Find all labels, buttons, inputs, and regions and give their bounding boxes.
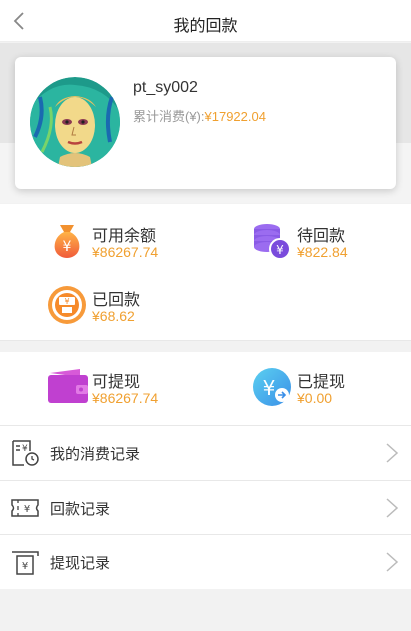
svg-text:¥: ¥ [22, 444, 28, 454]
withdraw-section: 可提现 ¥86267.74 ¥ 已提现 ¥0.00 ¥ 我的消费记录 ¥ 回款记… [0, 352, 411, 589]
consumption-record-icon: ¥ [12, 440, 39, 466]
svg-text:¥: ¥ [64, 297, 69, 306]
svg-text:¥: ¥ [63, 239, 72, 255]
menu-item-label: 我的消费记录 [50, 446, 141, 463]
svg-text:¥: ¥ [22, 561, 28, 572]
money-bag-icon: ¥ [54, 225, 80, 258]
stat-value: ¥822.84 [297, 244, 348, 260]
atm-withdraw-icon: ¥ [12, 551, 39, 575]
stat-value: ¥86267.74 [92, 390, 159, 406]
chevron-right-icon [386, 552, 399, 572]
svg-text:¥: ¥ [24, 504, 30, 515]
returned-money-icon: ¥ [48, 286, 86, 324]
withdrawn-icon: ¥ [253, 368, 291, 406]
balance-section: ¥ 可用余额 ¥86267.74 ¥ 待回款 ¥822.84 ¥ 已回款 ¥68… [0, 204, 411, 341]
stat-withdrawable[interactable]: 可提现 ¥86267.74 [47, 367, 177, 411]
svg-text:¥: ¥ [263, 376, 276, 400]
menu-item-label: 回款记录 [50, 501, 111, 518]
total-spend-amount: ¥17922.04 [204, 109, 266, 124]
page-title: 我的回款 [173, 18, 238, 35]
profile-card: pt_sy002 累计消费(¥):¥17922.04 [15, 57, 396, 189]
menu-item-payback-records[interactable]: ¥ 回款记录 [0, 480, 411, 534]
stat-label: 已回款 [92, 292, 141, 309]
username: pt_sy002 [133, 79, 198, 96]
stat-label: 已提现 [297, 374, 346, 391]
top-nav-bar: 我的回款 [0, 0, 411, 42]
stat-label: 可提现 [92, 374, 141, 391]
total-spend-label: 累计消费(¥): [133, 109, 205, 124]
menu-item-consumption-records[interactable]: ¥ 我的消费记录 [0, 425, 411, 479]
total-spend: 累计消费(¥):¥17922.04 [133, 106, 266, 125]
chevron-right-icon [386, 443, 399, 463]
wallet-icon [48, 369, 88, 403]
menu-item-label: 提现记录 [50, 555, 111, 572]
svg-text:¥: ¥ [276, 243, 284, 257]
stat-value: ¥0.00 [297, 390, 333, 406]
ticket-yuan-icon: ¥ [11, 499, 39, 517]
chevron-right-icon [386, 498, 399, 518]
avatar[interactable] [30, 77, 120, 167]
stat-value: ¥86267.74 [92, 244, 159, 260]
stat-value: ¥68.62 [92, 308, 135, 324]
menu-item-withdraw-records[interactable]: ¥ 提现记录 [0, 534, 411, 588]
stat-label: 可用余额 [92, 228, 157, 245]
coin-stack-icon: ¥ [254, 224, 291, 260]
stat-label: 待回款 [297, 228, 346, 245]
